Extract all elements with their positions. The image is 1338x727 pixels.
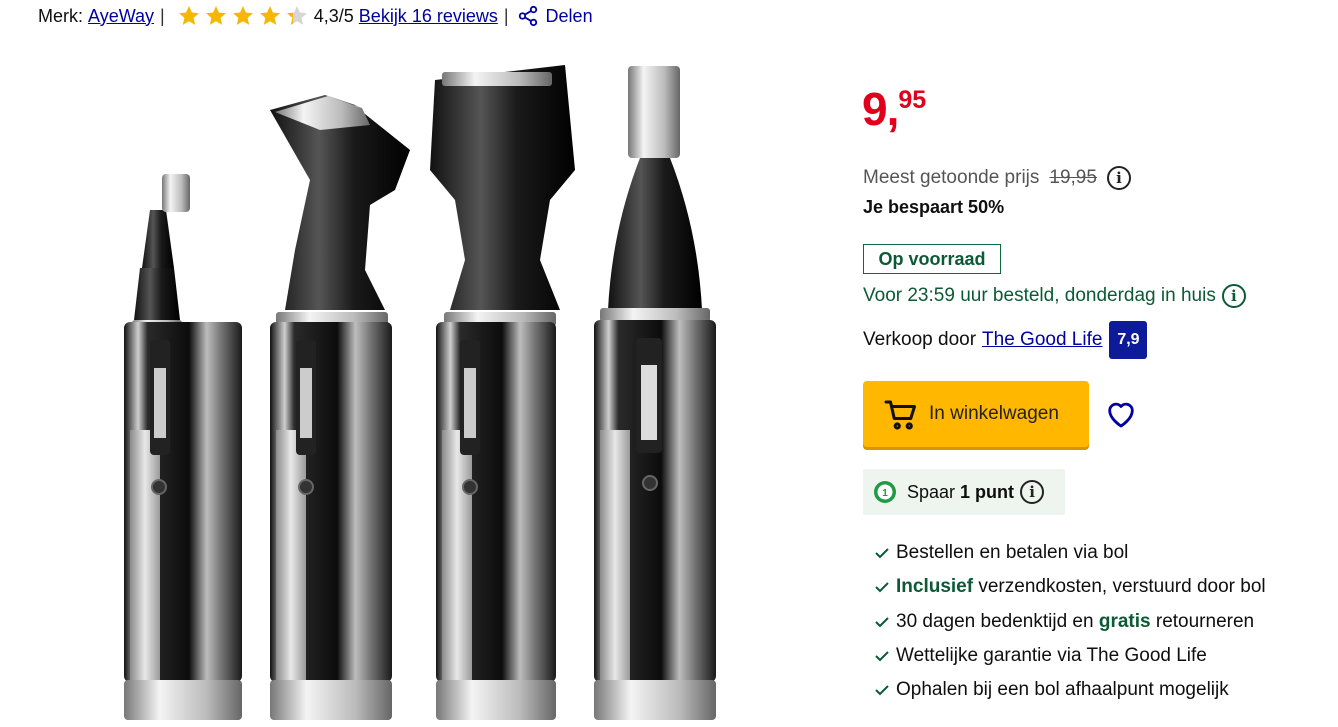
add-to-cart-label: In winkelwagen (929, 403, 1059, 424)
check-icon (875, 685, 889, 696)
reviews-link[interactable]: Bekijk 16 reviews (359, 6, 498, 27)
delivery-text: Voor 23:59 uur besteld, donderdag in hui… (863, 285, 1216, 306)
rating-stars (177, 4, 309, 28)
star-icon (205, 6, 226, 25)
star-icon (178, 6, 199, 25)
points-prefix: Spaar (907, 481, 956, 502)
usp-bold: gratis (1098, 610, 1151, 632)
rating-score: 4,3/5 (313, 5, 354, 26)
usp-text: verzendkosten, verstuurd door bol (973, 576, 1266, 598)
seller-link[interactable]: The Good Life (982, 329, 1102, 351)
info-icon[interactable]: i (1221, 284, 1246, 308)
brand-link[interactable]: AyeWay (88, 6, 154, 27)
svg-text:1: 1 (882, 488, 888, 499)
check-icon (875, 651, 889, 662)
reference-price-label: Meest getoonde prijs (863, 167, 1040, 188)
usp-item: Bestellen en betalen via bol (874, 536, 1266, 570)
usp-text: Bestellen en betalen via bol (896, 542, 1129, 564)
seller-info: Verkoop door The Good Life 7,9 (863, 320, 1148, 360)
usp-bold: Inclusief (896, 576, 974, 598)
seller-rating-badge[interactable]: 7,9 (1109, 321, 1148, 359)
price-fraction: 95 (898, 86, 927, 114)
price: 9,95 (862, 86, 926, 132)
usp-text: retourneren (1150, 610, 1255, 632)
add-to-cart-button[interactable]: In winkelwagen (863, 381, 1089, 447)
usp-item: 30 dagen bedenktijd en gratis retournere… (874, 605, 1266, 639)
heart-icon (1108, 402, 1134, 428)
delivery-promise: Voor 23:59 uur besteld, donderdag in hui… (863, 281, 1246, 311)
points-value: 1 punt (960, 481, 1015, 502)
price-integer: 9, (862, 83, 899, 135)
usp-item: Wettelijke garantie via The Good Life (874, 639, 1266, 673)
share-button[interactable]: Delen (517, 5, 593, 27)
product-photo-icon (124, 65, 716, 720)
share-label: Delen (545, 5, 593, 26)
points-coin-icon: 1 (874, 481, 896, 503)
star-icon (259, 6, 280, 25)
wishlist-button[interactable] (1103, 397, 1139, 431)
info-icon[interactable]: i (1020, 480, 1045, 504)
star-icon (232, 6, 253, 25)
brand-label: Merk: (38, 5, 83, 26)
product-image[interactable] (70, 50, 770, 727)
check-icon (875, 617, 889, 628)
usp-list: Bestellen en betalen via bol Inclusief v… (874, 536, 1266, 707)
usp-item: Inclusief verzendkosten, verstuurd door … (874, 570, 1266, 604)
saving-text: Je bespaart 50% (863, 197, 1005, 217)
loyalty-points: 1 Spaar 1 punt i (863, 469, 1065, 515)
stock-badge: Op voorraad (863, 244, 1001, 274)
check-icon (875, 548, 889, 559)
usp-text: Ophalen bij een bol afhaalpunt mogelijk (896, 679, 1229, 701)
usp-text: Wettelijke garantie via The Good Life (896, 645, 1207, 667)
separator: | (503, 5, 509, 26)
reference-price: Meest getoonde prijs 19,95 i (863, 163, 1131, 193)
product-meta-bar: Merk: AyeWay | 4,3/5 Bekijk 16 reviews |… (38, 4, 593, 28)
reference-price-value: 19,95 (1049, 167, 1097, 188)
share-icon (518, 5, 537, 27)
seller-label: Verkoop door (863, 329, 977, 350)
star-icon (286, 6, 307, 25)
usp-text: 30 dagen bedenktijd en (896, 610, 1099, 632)
usp-item: Ophalen bij een bol afhaalpunt mogelijk (874, 673, 1266, 707)
check-icon (875, 582, 889, 593)
cart-icon (884, 400, 916, 430)
info-icon[interactable]: i (1106, 166, 1131, 190)
separator: | (160, 5, 165, 26)
